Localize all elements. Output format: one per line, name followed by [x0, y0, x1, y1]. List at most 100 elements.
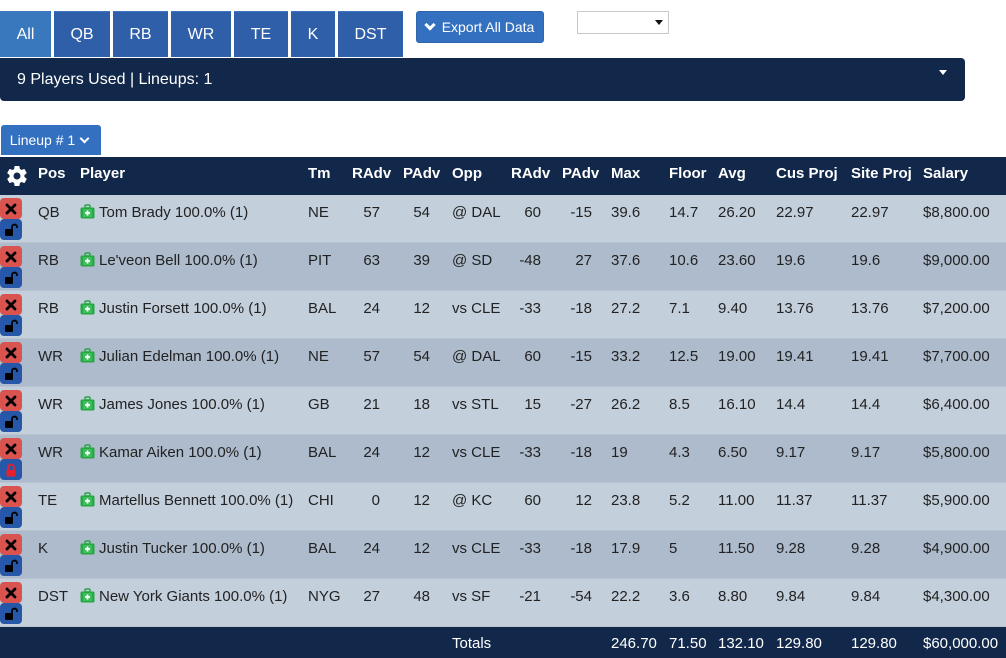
cell-team: BAL [308, 444, 337, 461]
close-icon [5, 347, 17, 358]
cell-opp-radv: -48 [519, 252, 541, 269]
cell-cus-proj: 9.17 [776, 444, 806, 461]
cell-opp-radv: 15 [524, 396, 541, 413]
header-tm[interactable]: Tm [308, 165, 331, 182]
remove-player-button[interactable] [0, 246, 22, 267]
header-site-proj[interactable]: Site Proj [851, 165, 912, 182]
unlock-icon [5, 271, 18, 284]
cell-radv: 27 [363, 588, 380, 605]
remove-player-button[interactable] [0, 438, 22, 459]
gear-icon[interactable] [5, 164, 29, 188]
lock-toggle-button[interactable] [0, 219, 22, 240]
header-player[interactable]: Player [80, 165, 125, 182]
remove-player-button[interactable] [0, 342, 22, 363]
header-radv[interactable]: RAdv [352, 165, 391, 182]
cell-player[interactable]: Martellus Bennett 100.0% (1) [80, 492, 293, 509]
cell-radv: 57 [363, 348, 380, 365]
tab-dst[interactable]: DST [338, 11, 403, 57]
player-name: New York Giants 100.0% (1) [99, 588, 288, 605]
tab-qb[interactable]: QB [54, 11, 110, 57]
header-opp-padv[interactable]: PAdv [562, 165, 599, 182]
cell-player[interactable]: James Jones 100.0% (1) [80, 396, 265, 413]
header-floor[interactable]: Floor [669, 165, 707, 182]
cell-avg: 11.50 [718, 540, 755, 557]
cell-team: CHI [308, 492, 334, 509]
medical-kit-icon [80, 252, 95, 267]
cell-floor: 14.7 [669, 204, 699, 221]
medical-kit-icon [80, 204, 95, 219]
cell-cus-proj: 9.28 [776, 540, 806, 557]
total-salary: $60,000.00 [923, 635, 999, 652]
header-avg[interactable]: Avg [718, 165, 746, 182]
cell-player[interactable]: Kamar Aiken 100.0% (1) [80, 444, 262, 461]
cell-padv: 18 [413, 396, 430, 413]
tab-wr[interactable]: WR [171, 11, 231, 57]
cell-floor: 5.2 [669, 492, 690, 509]
cell-radv: 24 [363, 540, 380, 557]
cell-player[interactable]: New York Giants 100.0% (1) [80, 588, 287, 605]
cell-avg: 9.40 [718, 300, 748, 317]
header-padv[interactable]: PAdv [403, 165, 440, 182]
remove-player-button[interactable] [0, 486, 22, 507]
lineup-select[interactable] [577, 11, 669, 34]
cell-max: 19 [611, 444, 628, 461]
unlock-icon [5, 223, 18, 236]
header-cus-proj[interactable]: Cus Proj [776, 165, 838, 182]
remove-player-button[interactable] [0, 582, 22, 603]
medical-kit-icon [80, 588, 95, 603]
lock-toggle-button[interactable] [0, 363, 22, 384]
header-opp[interactable]: Opp [452, 165, 482, 182]
lineup-dropdown-button[interactable]: Lineup # 1 [1, 125, 101, 155]
cell-opp: @ DAL [452, 204, 501, 221]
cell-opp: vs CLE [452, 300, 501, 317]
remove-player-button[interactable] [0, 390, 22, 411]
lock-toggle-button[interactable] [0, 459, 22, 480]
header-max[interactable]: Max [611, 165, 640, 182]
cell-salary: $6,400.00 [923, 396, 990, 413]
cell-site-proj: 9.17 [851, 444, 881, 461]
player-name: James Jones 100.0% (1) [99, 396, 265, 413]
player-name: Tom Brady 100.0% (1) [99, 204, 249, 221]
export-all-data-button[interactable]: Export All Data [416, 11, 544, 43]
table-row: WR Kamar Aiken 100.0% (1) BAL 24 12 vs C… [0, 435, 1006, 483]
cell-opp-padv: -18 [570, 300, 592, 317]
lock-toggle-button[interactable] [0, 267, 22, 288]
remove-player-button[interactable] [0, 534, 22, 555]
unlock-icon [5, 415, 18, 428]
lock-toggle-button[interactable] [0, 603, 22, 624]
collapse-caret-icon[interactable] [939, 70, 947, 75]
cell-player[interactable]: Julian Edelman 100.0% (1) [80, 348, 279, 365]
cell-player[interactable]: Tom Brady 100.0% (1) [80, 204, 248, 221]
cell-max: 23.8 [611, 492, 641, 509]
lock-toggle-button[interactable] [0, 315, 22, 336]
lock-toggle-button[interactable] [0, 555, 22, 576]
tab-te[interactable]: TE [234, 11, 288, 57]
cell-avg: 6.50 [718, 444, 748, 461]
tab-k[interactable]: K [291, 11, 335, 57]
cell-player[interactable]: Le'veon Bell 100.0% (1) [80, 252, 258, 269]
cell-player[interactable]: Justin Forsett 100.0% (1) [80, 300, 267, 317]
header-salary[interactable]: Salary [923, 165, 968, 182]
cell-max: 39.6 [611, 204, 641, 221]
medical-kit-icon [80, 300, 95, 315]
lock-toggle-button[interactable] [0, 507, 22, 528]
cell-floor: 10.6 [669, 252, 699, 269]
header-pos[interactable]: Pos [38, 165, 66, 182]
cell-player[interactable]: Justin Tucker 100.0% (1) [80, 540, 265, 557]
totals-label: Totals [452, 635, 492, 652]
cell-opp: @ SD [452, 252, 493, 269]
cell-pos: WR [38, 444, 63, 461]
player-name: Martellus Bennett 100.0% (1) [99, 492, 294, 509]
tab-all[interactable]: All [0, 11, 51, 57]
cell-padv: 54 [413, 348, 430, 365]
header-opp-radv[interactable]: RAdv [511, 165, 550, 182]
lock-toggle-button[interactable] [0, 411, 22, 432]
medical-kit-icon [80, 540, 95, 555]
cell-floor: 7.1 [669, 300, 690, 317]
cell-pos: WR [38, 396, 63, 413]
cell-opp-radv: 60 [524, 348, 541, 365]
tab-rb[interactable]: RB [113, 11, 168, 57]
remove-player-button[interactable] [0, 294, 22, 315]
remove-player-button[interactable] [0, 198, 22, 219]
cell-max: 33.2 [611, 348, 641, 365]
